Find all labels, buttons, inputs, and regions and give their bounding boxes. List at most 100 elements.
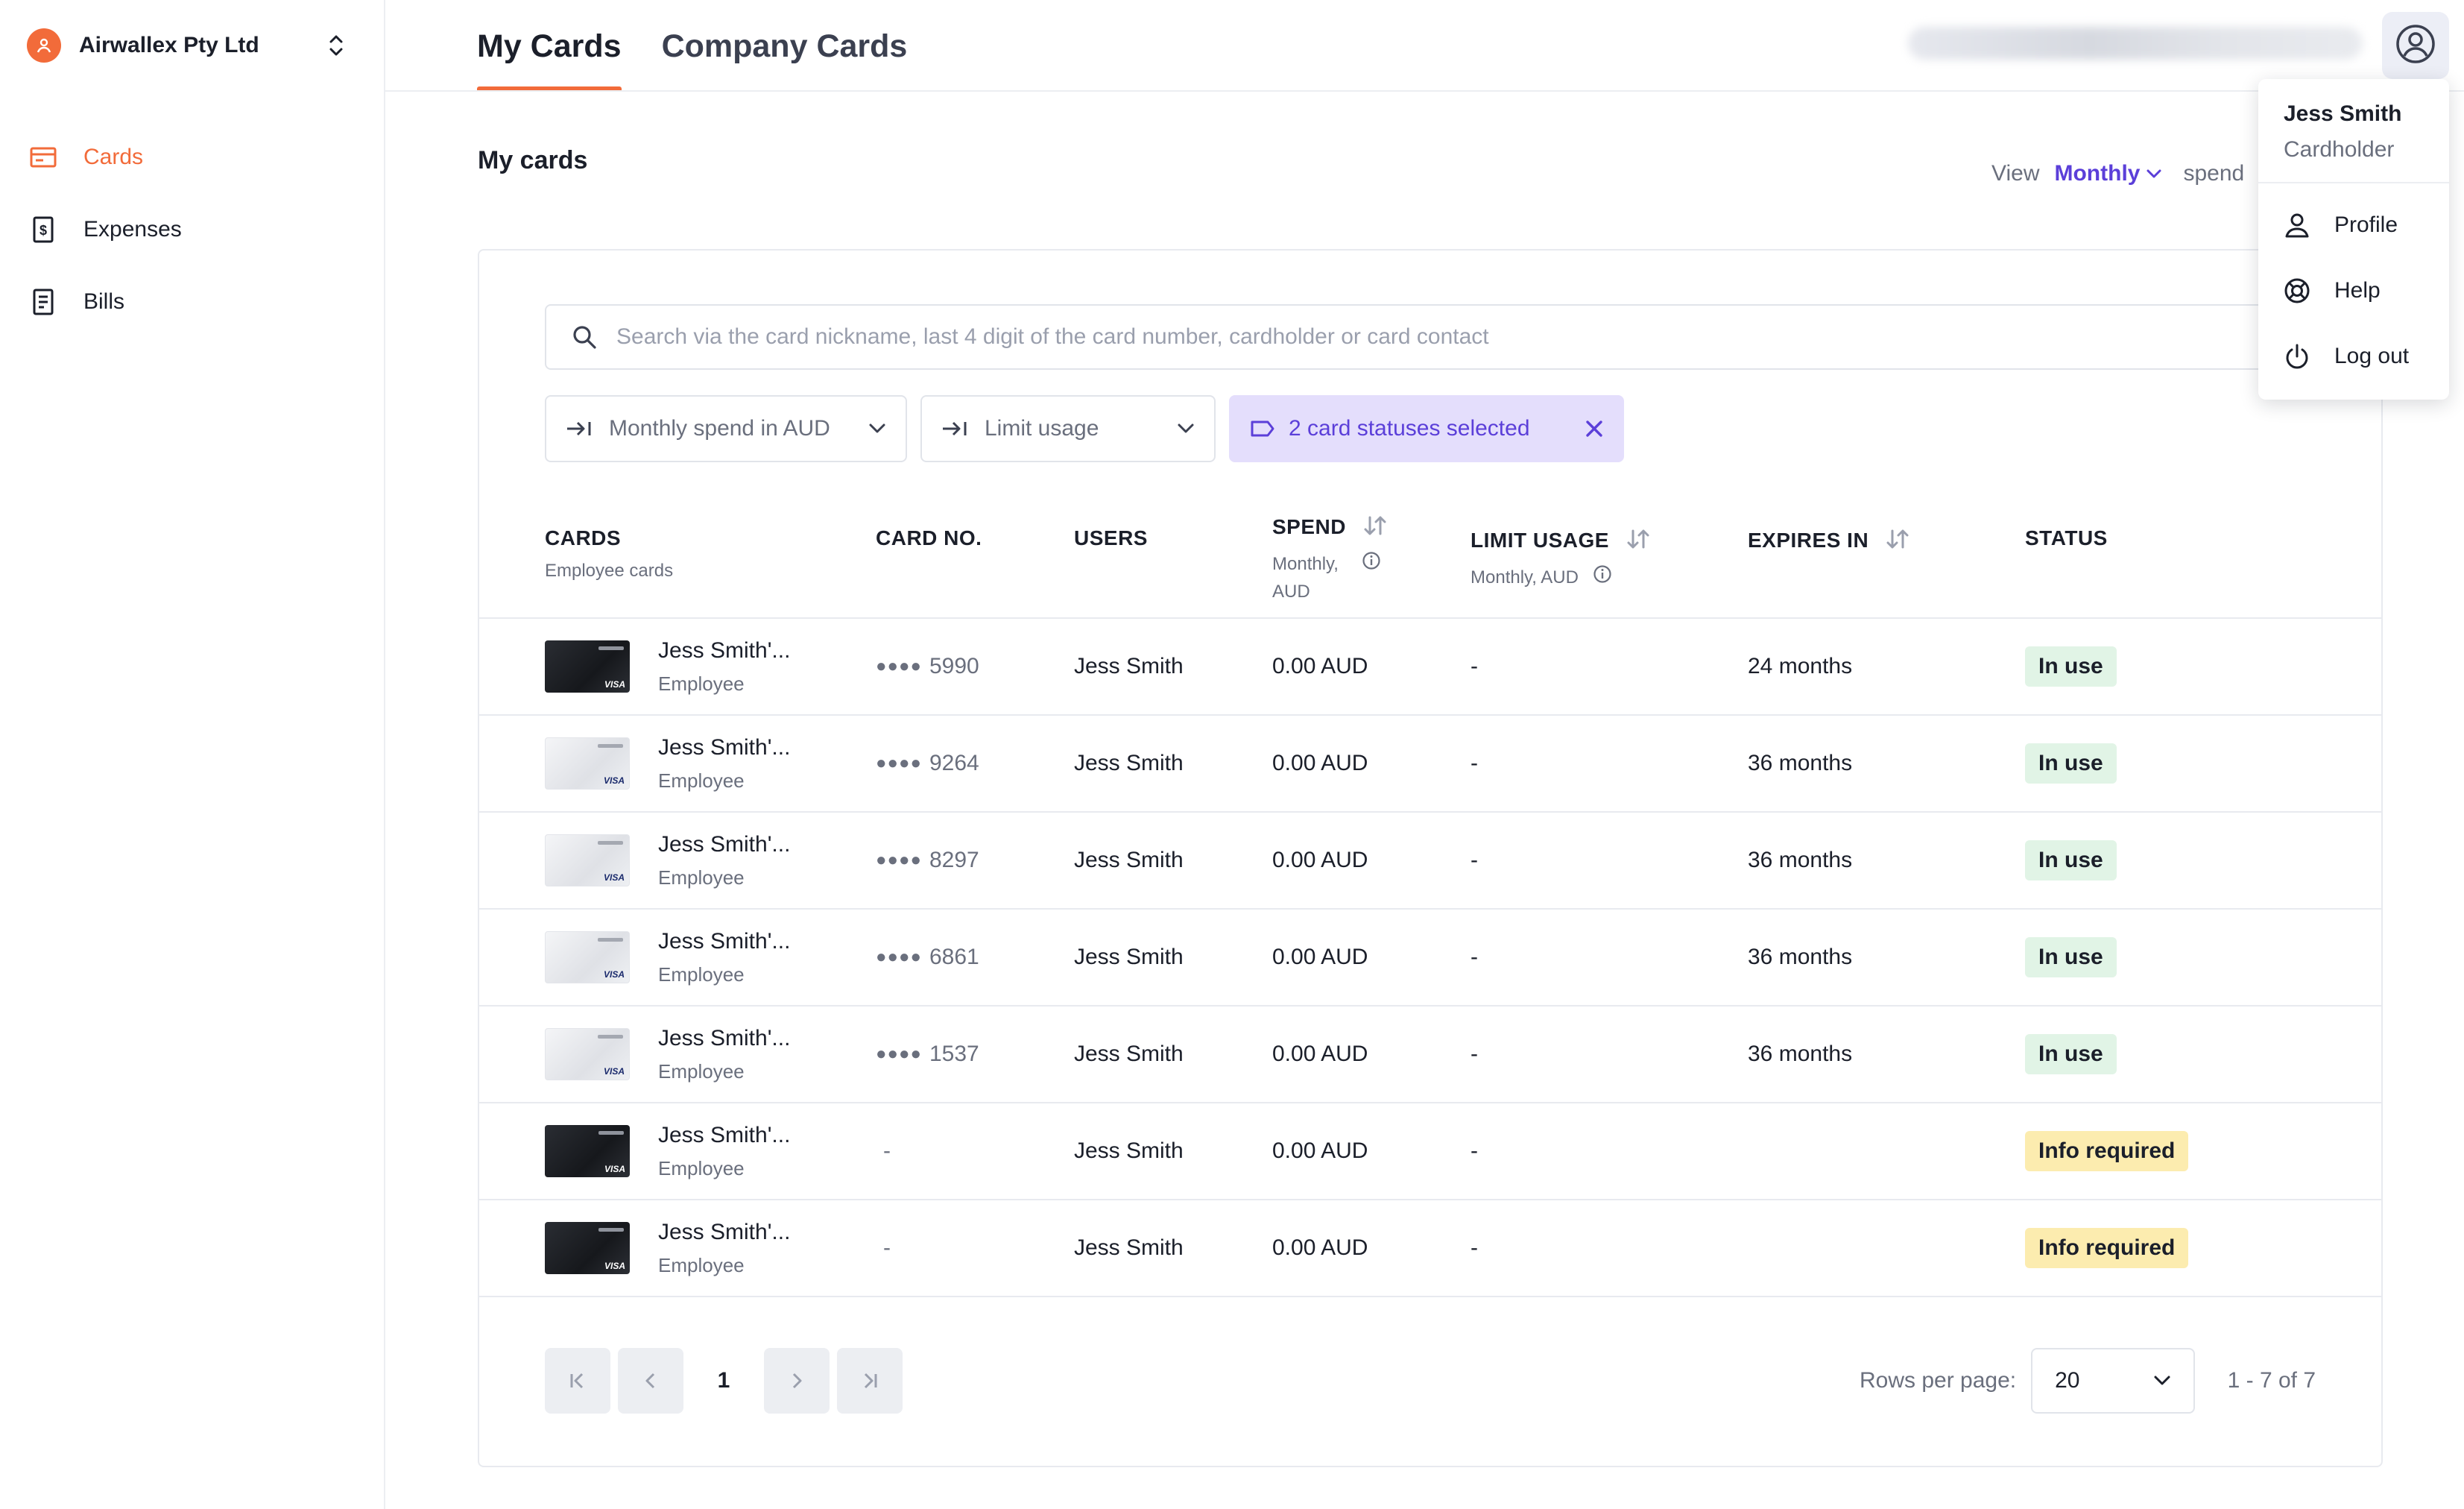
column-header-status: STATUS — [2025, 526, 2108, 549]
limit-filter-dropdown[interactable]: Limit usage — [920, 395, 1216, 462]
status-cell: In use — [2025, 1006, 2117, 1102]
card-nickname[interactable]: Jess Smith'... — [658, 929, 790, 954]
card-number-last4: 9264 — [929, 751, 979, 775]
last-page-button[interactable] — [837, 1348, 903, 1414]
column-header-limit-usage[interactable]: LIMIT USAGE Monthly, AUD — [1470, 526, 1651, 592]
spend-cell: 0.00 AUD — [1272, 1235, 1368, 1260]
search-input[interactable] — [616, 324, 2107, 350]
limit-usage-cell: - — [1470, 848, 1478, 872]
visa-logo: VISA — [603, 872, 625, 883]
power-icon — [2282, 341, 2312, 371]
table-row[interactable]: VISA Jess Smith'... Employee - Jess Smith 0.0… — [479, 1103, 2381, 1200]
card-number-mask: ●●●● — [876, 753, 922, 773]
status-badge: Info required — [2025, 1228, 2189, 1268]
limit-usage-cell: - — [1470, 751, 1478, 775]
search-box[interactable] — [545, 304, 2386, 370]
first-page-button[interactable] — [545, 1348, 610, 1414]
table-row[interactable]: VISA Jess Smith'... Employee ●●●● 5990 Jess S… — [479, 619, 2381, 716]
info-icon[interactable] — [1362, 551, 1381, 579]
card-number-mask: ●●●● — [876, 1044, 922, 1064]
sidebar-item-cards[interactable]: Cards — [27, 121, 355, 193]
sort-icon[interactable] — [1885, 526, 1910, 557]
info-icon[interactable] — [1593, 564, 1612, 592]
table-row[interactable]: VISA Jess Smith'... Employee ●●●● 8297 Jess S… — [479, 813, 2381, 910]
column-header-expires-in[interactable]: EXPIRES IN — [1748, 526, 1910, 557]
sidebar-item-label: Cards — [83, 144, 144, 169]
tab-bar: My Cards Company Cards — [477, 0, 947, 91]
card-nickname[interactable]: Jess Smith'... — [658, 1123, 790, 1148]
card-thumbnail: VISA — [545, 640, 630, 693]
filter-bar: Monthly spend in AUD Limit usage 2 card … — [545, 395, 1624, 462]
table-row[interactable]: VISA Jess Smith'... Employee ●●●● 1537 Jess S… — [479, 1006, 2381, 1103]
user-email-redacted — [1908, 27, 2363, 60]
card-thumbnail: VISA — [545, 737, 630, 790]
column-header-spend[interactable]: SPEND Monthly, AUD — [1272, 513, 1388, 605]
chevron-up-down-icon[interactable] — [325, 33, 347, 58]
sort-icon[interactable] — [1626, 526, 1651, 557]
table-row[interactable]: VISA Jess Smith'... Employee ●●●● 9264 Jess S… — [479, 716, 2381, 813]
user-cell: Jess Smith — [1074, 1235, 1184, 1260]
sidebar-item-label: Bills — [83, 289, 125, 314]
table-row[interactable]: VISA Jess Smith'... Employee - Jess Smith 0.0… — [479, 1200, 2381, 1297]
visa-logo: VISA — [604, 1261, 625, 1271]
status-filter-label: 2 card statuses selected — [1289, 416, 1530, 441]
user-cell: Jess Smith — [1074, 751, 1184, 775]
spend-filter-dropdown[interactable]: Monthly spend in AUD — [545, 395, 907, 462]
previous-page-button[interactable] — [618, 1348, 683, 1414]
card-thumbnail: VISA — [545, 1222, 630, 1274]
status-filter-chip[interactable]: 2 card statuses selected — [1229, 395, 1624, 462]
tab-my-cards[interactable]: My Cards — [477, 0, 622, 91]
expires-in-cell: 36 months — [1748, 848, 1853, 872]
menu-item-profile[interactable]: Profile — [2258, 192, 2449, 258]
card-nickname[interactable]: Jess Smith'... — [658, 638, 790, 664]
table-row[interactable]: VISA Jess Smith'... Employee ●●●● 6861 Jess S… — [479, 910, 2381, 1006]
svg-text:$: $ — [40, 223, 47, 238]
card-number-last4: 8297 — [929, 848, 979, 872]
sidebar-item-bills[interactable]: Bills — [27, 265, 355, 338]
card-nickname[interactable]: Jess Smith'... — [658, 832, 790, 857]
card-brand-mark — [598, 1131, 624, 1135]
person-icon — [2282, 210, 2312, 240]
status-cell: Info required — [2025, 1200, 2189, 1296]
user-cell: Jess Smith — [1074, 1042, 1184, 1066]
current-page-number[interactable]: 1 — [691, 1348, 756, 1414]
clear-filter-close-icon[interactable] — [1585, 420, 1603, 438]
search-icon — [572, 324, 597, 350]
chevron-down-icon — [2146, 168, 2162, 179]
card-name-block: Jess Smith'... Employee — [658, 832, 790, 889]
expires-in-cell: 24 months — [1748, 654, 1853, 678]
status-badge: In use — [2025, 840, 2117, 880]
status-cell: Info required — [2025, 1103, 2189, 1199]
document-icon — [27, 286, 60, 318]
next-page-button[interactable] — [764, 1348, 830, 1414]
status-cell: In use — [2025, 716, 2117, 811]
status-badge: Info required — [2025, 1131, 2189, 1171]
header-divider — [385, 90, 2464, 92]
card-nickname[interactable]: Jess Smith'... — [658, 1026, 790, 1051]
status-badge: In use — [2025, 937, 2117, 977]
column-header-users: USERS — [1074, 526, 1148, 549]
sidebar-item-expenses[interactable]: $ Expenses — [27, 193, 355, 265]
spend-cell: 0.00 AUD — [1272, 848, 1368, 872]
card-role: Employee — [658, 1059, 745, 1083]
tab-company-cards[interactable]: Company Cards — [662, 0, 908, 91]
rows-per-page-select[interactable]: 20 — [2031, 1348, 2196, 1414]
chevron-left-icon — [641, 1371, 660, 1390]
card-nickname[interactable]: Jess Smith'... — [658, 1220, 790, 1245]
user-avatar-icon — [2395, 23, 2436, 69]
card-cell: VISA Jess Smith'... Employee — [545, 1006, 790, 1102]
sort-icon[interactable] — [1362, 513, 1388, 544]
menu-item-log-out[interactable]: Log out — [2258, 324, 2449, 389]
card-number-last4: 5990 — [929, 654, 979, 678]
view-period-dropdown[interactable]: Monthly — [2054, 161, 2162, 186]
user-menu-button[interactable] — [2382, 12, 2449, 79]
org-switcher[interactable]: Airwallex Pty Ltd — [27, 27, 347, 64]
column-header-label: EXPIRES IN — [1748, 528, 1869, 552]
expires-in-cell: 36 months — [1748, 1042, 1853, 1066]
column-header-card-no: CARD NO. — [876, 526, 982, 549]
menu-item-help[interactable]: Help — [2258, 258, 2449, 324]
user-cell: Jess Smith — [1074, 1138, 1184, 1163]
column-header-label: LIMIT USAGE — [1470, 528, 1609, 552]
rows-per-page-value: 20 — [2055, 1368, 2080, 1393]
card-nickname[interactable]: Jess Smith'... — [658, 735, 790, 760]
